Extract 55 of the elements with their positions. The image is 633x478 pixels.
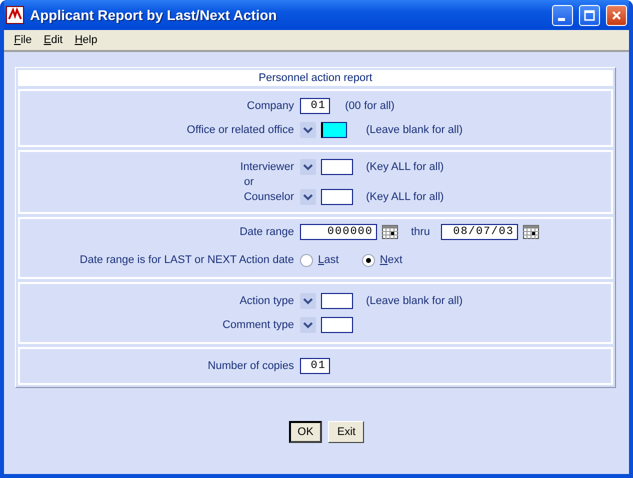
minimize-icon [558,18,564,20]
menu-item[interactable]: File [8,34,38,46]
hint-text: (Leave blank for all) [366,124,463,136]
field-label: Date range is for LAST or NEXT Action date [78,254,294,266]
dropdown-button[interactable] [300,317,316,333]
field-label: Office or related office [186,124,294,136]
app-logo-icon [6,6,24,24]
hint-text: (Key ALL for all) [366,161,444,173]
close-icon [611,10,622,20]
date-field[interactable]: 08/07/03 [440,224,518,240]
or-text: or [243,176,255,188]
field-label: Interviewer [239,161,294,173]
input-field[interactable] [321,317,353,333]
field-label: Company [246,100,294,112]
input-field[interactable] [321,189,353,205]
hint-text: (Leave blank for all) [366,295,463,307]
minimize-button[interactable] [552,4,573,26]
window-title: Applicant Report by Last/Next Action [30,7,278,23]
report-title: Personnel action report [18,70,613,86]
input-field[interactable] [321,122,347,138]
exit-button[interactable]: Exit [328,421,364,443]
input-field[interactable]: 01 [300,358,330,374]
calendar-icon[interactable] [522,225,539,239]
dropdown-button[interactable] [300,189,316,205]
chevron-down-icon [303,163,313,171]
field-label: Action type [238,295,294,307]
radio-button[interactable] [300,254,313,266]
chevron-down-icon [303,126,313,134]
field-label: Number of copies [206,360,294,372]
input-field[interactable] [321,293,353,309]
input-field[interactable] [321,159,353,175]
thru-text: thru [411,226,430,238]
chevron-down-icon [303,297,313,305]
calendar-icon[interactable] [382,225,398,239]
input-field[interactable]: 01 [300,98,330,114]
field-label: Date range [238,226,294,238]
close-button[interactable] [606,4,627,26]
radio-button[interactable] [362,254,375,266]
hint-text: (Key ALL for all) [366,191,444,203]
menu-item[interactable]: Edit [38,34,69,46]
chevron-down-icon [303,321,313,329]
dropdown-button[interactable] [300,159,316,175]
field-label: Comment type [221,319,294,331]
dropdown-button[interactable] [300,122,316,138]
hint-text: (00 for all) [345,100,395,112]
field-label: Counselor [242,191,294,203]
radio-option[interactable]: Last [300,254,339,266]
radio-option[interactable]: Next [362,254,402,266]
chevron-down-icon [303,193,313,201]
ok-button[interactable]: OK [288,421,322,443]
date-field[interactable]: 000000 [300,224,377,240]
dropdown-button[interactable] [300,293,316,309]
maximize-icon [584,10,595,20]
maximize-button[interactable] [579,4,600,26]
menu-item[interactable]: Help [68,34,104,46]
